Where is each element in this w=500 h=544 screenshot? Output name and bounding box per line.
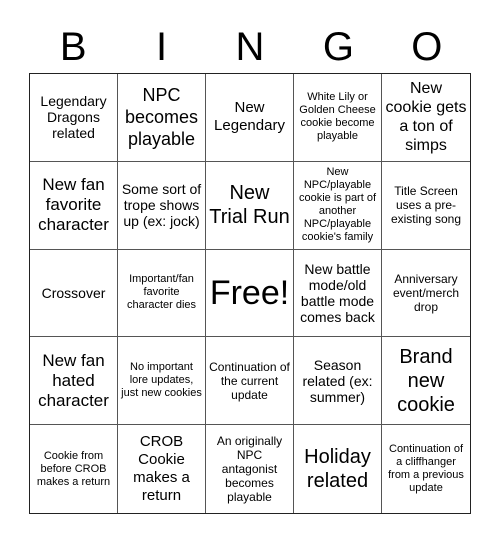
bingo-cell[interactable]: Important/fan favorite character dies <box>118 249 206 338</box>
bingo-cell[interactable]: New Trial Run <box>206 161 294 250</box>
bingo-cell[interactable]: Holiday related <box>294 425 382 513</box>
bingo-cell[interactable]: No important lore updates, just new cook… <box>118 337 206 426</box>
bingo-cell[interactable]: CROB Cookie makes a return <box>118 425 206 513</box>
bingo-cell[interactable]: Anniversary event/merch drop <box>382 250 470 338</box>
header-letter-n: N <box>235 25 265 69</box>
bingo-cell[interactable]: New battle mode/old battle mode comes ba… <box>294 249 382 338</box>
bingo-cell[interactable]: Some sort of trope shows up (ex: jock) <box>118 161 206 250</box>
bingo-cell[interactable]: Title Screen uses a pre-existing song <box>382 162 470 250</box>
header-letter-o: O <box>411 25 443 69</box>
bingo-cell[interactable]: New Legendary <box>206 74 294 162</box>
header-letter-g: G <box>322 25 354 69</box>
bingo-cell[interactable]: Season related (ex: summer) <box>294 337 382 426</box>
header-letter-i: I <box>156 25 168 69</box>
bingo-cell[interactable]: Continuation of a cliffhanger from a pre… <box>382 425 470 513</box>
bingo-cell[interactable]: Continuation of the current update <box>206 337 294 426</box>
bingo-header: B I N G O <box>29 22 471 72</box>
bingo-cell[interactable]: New NPC/playable cookie is part of anoth… <box>294 161 382 250</box>
bingo-cell[interactable]: Crossover <box>30 249 118 338</box>
bingo-cell[interactable]: New fan hated character <box>30 337 118 426</box>
bingo-cell[interactable]: Brand new cookie <box>382 337 470 426</box>
bingo-cell[interactable]: NPC becomes playable <box>118 74 206 162</box>
bingo-cell[interactable]: Legendary Dragons related <box>30 74 118 162</box>
bingo-cell[interactable]: Cookie from before CROB makes a return <box>30 425 118 513</box>
bingo-cell[interactable]: An originally NPC antagonist becomes pla… <box>206 425 294 513</box>
header-letter-b: B <box>59 25 87 69</box>
free-space[interactable]: Free! <box>206 249 294 338</box>
bingo-cell[interactable]: New fan favorite character <box>30 161 118 250</box>
bingo-card: Legendary Dragons related NPC becomes pl… <box>29 73 471 514</box>
bingo-cell[interactable]: New cookie gets a ton of simps <box>382 74 470 162</box>
bingo-cell[interactable]: White Lily or Golden Cheese cookie becom… <box>294 74 382 162</box>
